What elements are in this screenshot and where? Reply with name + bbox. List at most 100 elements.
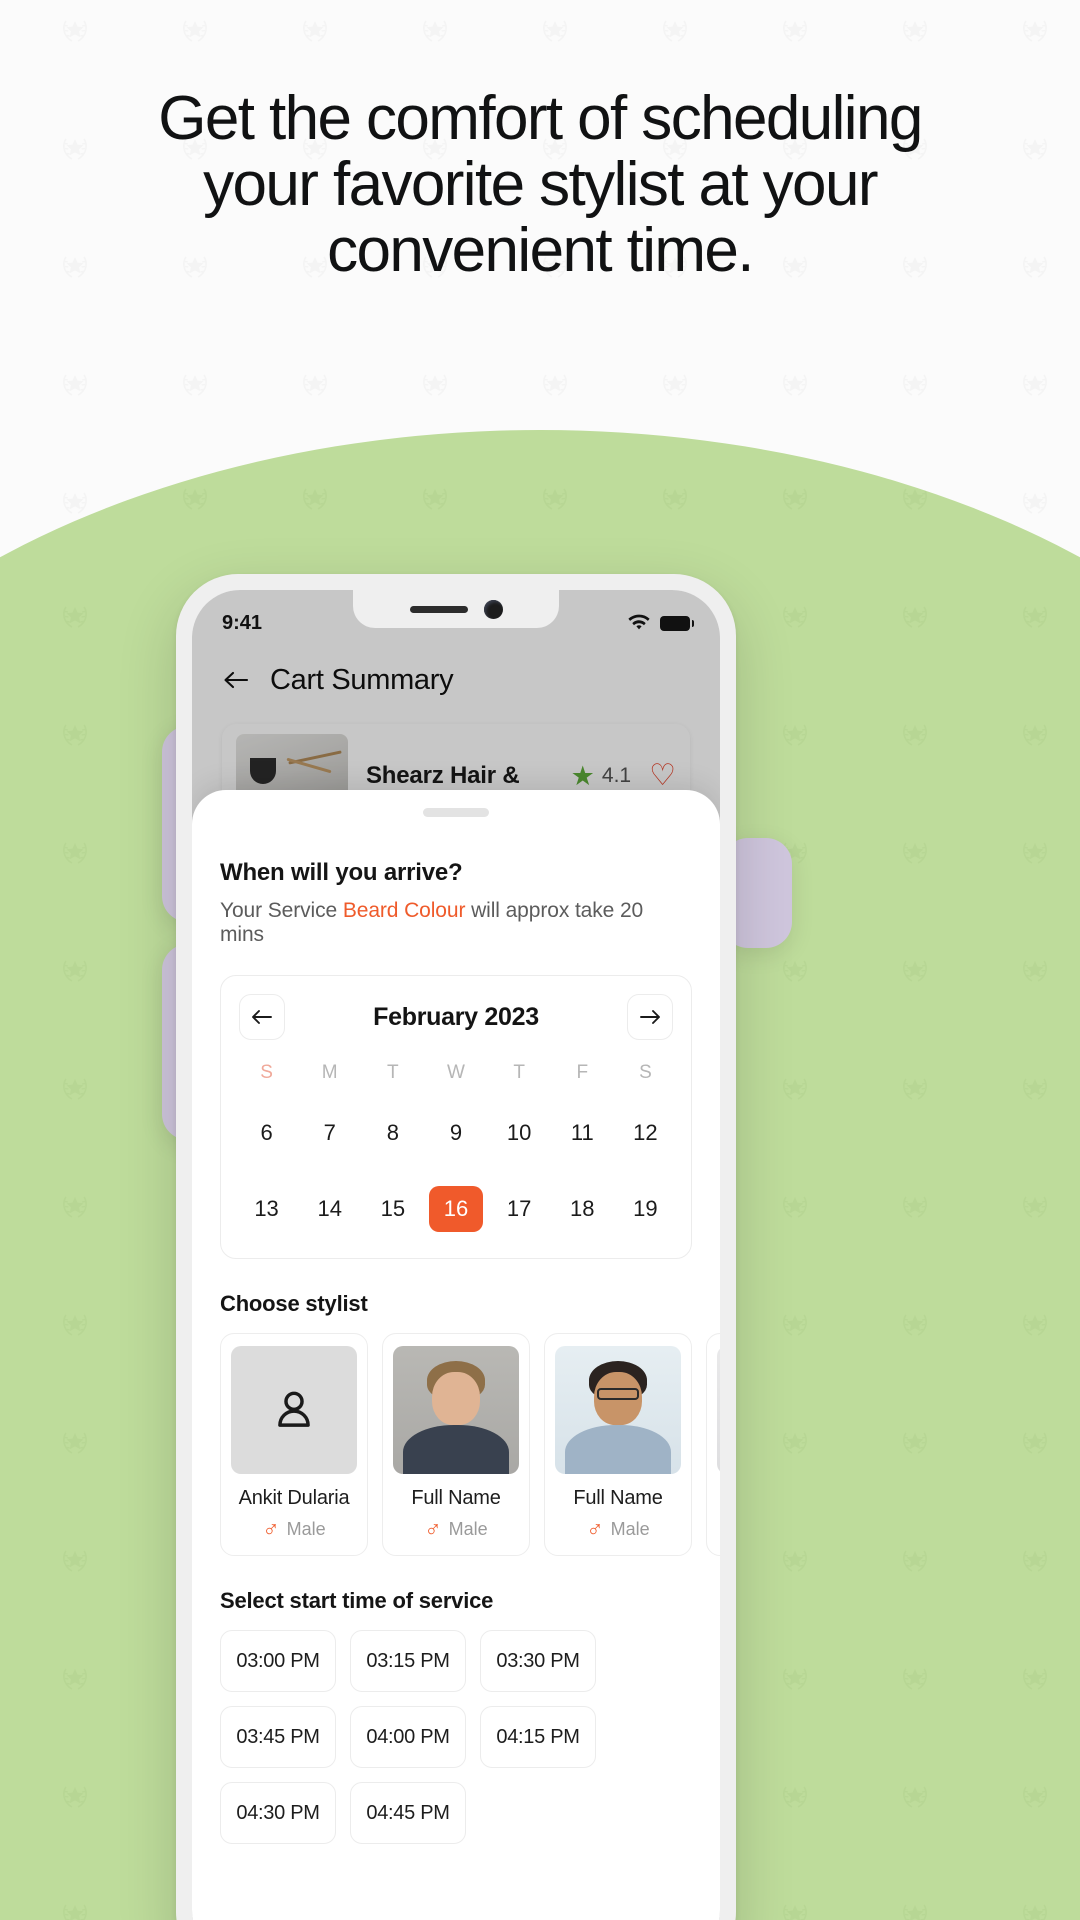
calendar-prev-button[interactable] <box>239 994 285 1040</box>
stylist-card[interactable]: Full Name♂Male <box>544 1333 692 1556</box>
stylist-name: Full Name <box>717 1487 720 1510</box>
calendar-day-cell[interactable]: 17 <box>488 1182 551 1236</box>
watermark-laurel-star-icon <box>895 1306 935 1346</box>
sheet-subtitle: Your Service Beard Colour will approx ta… <box>220 899 692 947</box>
calendar-day[interactable]: 17 <box>492 1186 546 1232</box>
calendar-day-cell[interactable]: 12 <box>614 1106 677 1160</box>
calendar-week-row: 13 14 15 16 17 18 19 <box>235 1182 677 1236</box>
watermark-laurel-star-icon <box>655 366 695 406</box>
calendar-day-cell[interactable]: 7 <box>298 1106 361 1160</box>
stylist-gender-label: Male <box>448 1519 488 1539</box>
phone-notch <box>353 590 559 628</box>
time-slot-chip[interactable]: 04:45 PM <box>350 1782 466 1844</box>
watermark-laurel-star-icon <box>295 366 335 406</box>
calendar-header: February 2023 <box>235 994 677 1040</box>
time-slot-chip[interactable]: 03:45 PM <box>220 1706 336 1768</box>
watermark-laurel-star-icon <box>895 1542 935 1582</box>
calendar-day-cell[interactable]: 8 <box>361 1106 424 1160</box>
watermark-laurel-star-icon <box>1015 1188 1055 1228</box>
time-slot-chip[interactable]: 03:30 PM <box>480 1630 596 1692</box>
stylist-list[interactable]: Ankit Dularia ♂ Male Full Name ♂ Male Full Nam… <box>220 1333 720 1556</box>
male-icon: ♂ <box>262 1516 280 1542</box>
select-time-title: Select start time of service <box>220 1588 494 1613</box>
calendar-day-cell[interactable]: 9 <box>424 1106 487 1160</box>
time-slot-chip[interactable]: 03:00 PM <box>220 1630 336 1692</box>
calendar-day-selected[interactable]: 16 <box>428 1186 483 1232</box>
watermark-laurel-star-icon <box>175 480 215 520</box>
calendar-day[interactable]: 14 <box>303 1186 357 1232</box>
watermark-laurel-star-icon <box>415 480 455 520</box>
calendar-day-initial: W <box>447 1062 465 1083</box>
male-icon: ♂ <box>424 1516 442 1542</box>
calendar-day-cell[interactable]: 16 <box>424 1182 487 1236</box>
watermark-laurel-star-icon <box>775 716 815 756</box>
calendar-day[interactable]: 19 <box>618 1186 672 1232</box>
time-slot-chip[interactable]: 04:30 PM <box>220 1782 336 1844</box>
watermark-laurel-star-icon <box>895 716 935 756</box>
calendar-day-cell[interactable]: 18 <box>551 1182 614 1236</box>
calendar-day[interactable]: 6 <box>240 1110 294 1156</box>
watermark-laurel-star-icon <box>535 366 575 406</box>
calendar-day-cell[interactable]: 15 <box>361 1182 424 1236</box>
watermark-laurel-star-icon <box>535 480 575 520</box>
watermark-laurel-star-icon <box>1015 716 1055 756</box>
watermark-laurel-star-icon <box>895 1660 935 1700</box>
calendar-widget: February 2023 SMTWTFS 6 7 8 9 10 11 12 13 14 15 1… <box>220 975 692 1259</box>
calendar-month-label: February 2023 <box>373 1002 539 1031</box>
watermark-laurel-star-icon <box>1015 480 1055 520</box>
calendar-day-cell[interactable]: 13 <box>235 1182 298 1236</box>
watermark-laurel-star-icon <box>775 1896 815 1920</box>
watermark-laurel-star-icon <box>775 480 815 520</box>
placeholder-person-icon <box>278 1391 310 1427</box>
watermark-laurel-star-icon <box>775 12 815 52</box>
calendar-day-cell[interactable]: 10 <box>488 1106 551 1160</box>
watermark-laurel-star-icon <box>655 12 695 52</box>
stylist-card[interactable]: Full Name♂Male <box>706 1333 720 1556</box>
calendar-day[interactable]: 9 <box>429 1110 483 1156</box>
stylist-gender: ♂ Male <box>393 1518 519 1541</box>
watermark-laurel-star-icon <box>55 1896 95 1920</box>
watermark-laurel-star-icon <box>1015 1660 1055 1700</box>
watermark-laurel-star-icon <box>895 12 935 52</box>
choose-stylist-title: Choose stylist <box>220 1291 368 1316</box>
watermark-laurel-star-icon <box>895 598 935 638</box>
calendar-day[interactable]: 12 <box>618 1110 672 1156</box>
calendar-day[interactable]: 7 <box>303 1110 357 1156</box>
sheet-drag-handle[interactable] <box>423 808 489 817</box>
watermark-laurel-star-icon <box>1015 1070 1055 1110</box>
calendar-day-cell[interactable]: 14 <box>298 1182 361 1236</box>
calendar-day-initial: T <box>387 1062 399 1083</box>
stylist-card[interactable]: Full Name♂Male <box>382 1333 530 1556</box>
calendar-day[interactable]: 10 <box>492 1110 546 1156</box>
time-slot-chip[interactable]: 03:15 PM <box>350 1630 466 1692</box>
calendar-next-button[interactable] <box>627 994 673 1040</box>
time-slot-chip[interactable]: 04:00 PM <box>350 1706 466 1768</box>
watermark-laurel-star-icon <box>55 1660 95 1700</box>
calendar-day[interactable]: 18 <box>555 1186 609 1232</box>
time-slot-chip[interactable]: 04:15 PM <box>480 1706 596 1768</box>
watermark-laurel-star-icon <box>55 1306 95 1346</box>
watermark-laurel-star-icon <box>775 1778 815 1818</box>
watermark-laurel-star-icon <box>895 1778 935 1818</box>
calendar-day-cell[interactable]: 19 <box>614 1182 677 1236</box>
calendar-day-cell[interactable]: 6 <box>235 1106 298 1160</box>
phone-screen: 9:41 Cart Summary Shearz Hair & ★ 4.1 ♡ … <box>192 590 720 1920</box>
watermark-laurel-star-icon <box>415 12 455 52</box>
watermark-laurel-star-icon <box>895 480 935 520</box>
stylist-gender: ♂ Male <box>555 1518 681 1541</box>
watermark-laurel-star-icon <box>775 598 815 638</box>
calendar-day[interactable]: 11 <box>555 1110 609 1156</box>
arrow-right-icon <box>640 1010 660 1024</box>
calendar-day[interactable]: 8 <box>366 1110 420 1156</box>
front-camera-icon <box>483 599 503 619</box>
watermark-laurel-star-icon <box>655 480 695 520</box>
calendar-day-cell[interactable]: 11 <box>551 1106 614 1160</box>
calendar-day[interactable]: 15 <box>366 1186 420 1232</box>
stylist-card[interactable]: Ankit Dularia ♂ Male <box>220 1333 368 1556</box>
watermark-laurel-star-icon <box>775 1070 815 1110</box>
calendar-day[interactable]: 13 <box>240 1186 294 1232</box>
watermark-laurel-star-icon <box>55 1542 95 1582</box>
male-icon: ♂ <box>586 1516 604 1542</box>
subtitle-service-name: Beard Colour <box>342 899 466 922</box>
time-slot-list[interactable]: 03:00 PM 03:15 PM 03:30 PM 03:45 PM 04:00 PM… <box>220 1630 692 1844</box>
